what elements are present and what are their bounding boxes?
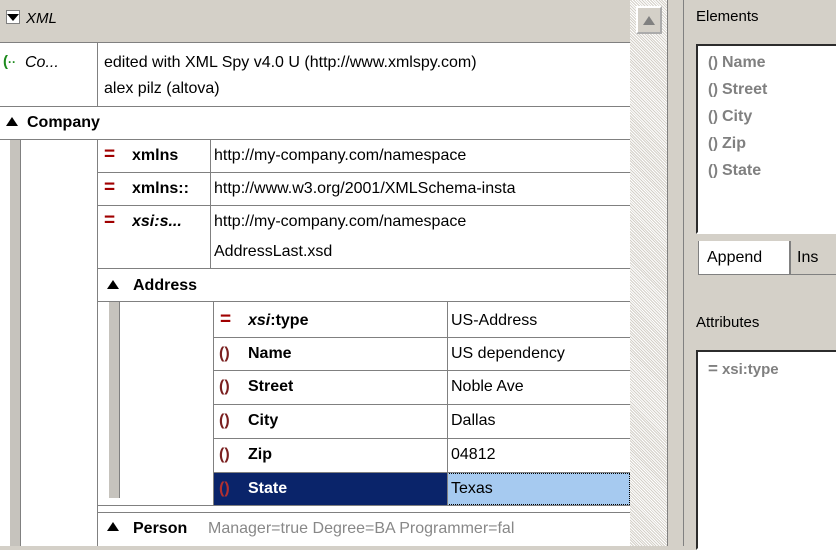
comment-label: Co...	[25, 54, 59, 71]
address-element-name: Zip	[248, 446, 272, 463]
xml-root-label: XML	[26, 10, 57, 27]
collapse-address-button[interactable]	[107, 278, 121, 292]
address-element-value[interactable]: US dependency	[451, 344, 565, 363]
chevron-down-icon	[7, 14, 19, 21]
element-icon: ()	[219, 446, 230, 463]
collapse-person-button[interactable]	[107, 520, 121, 534]
address-type-attr-name: xsi:type	[248, 312, 309, 329]
comment-value-line1: edited with XML Spy v4.0 U (http://www.x…	[104, 54, 477, 71]
address-element-value[interactable]: 04812	[451, 445, 496, 464]
address-element-value[interactable]: Dallas	[451, 411, 495, 430]
company-gutter	[9, 140, 21, 546]
element-icon: ()	[219, 412, 230, 429]
address-element-name: Name	[248, 345, 292, 362]
scroll-up-arrow-icon	[643, 16, 655, 25]
attribute-icon: =	[104, 177, 116, 198]
element-icon: ()	[219, 378, 230, 395]
elements-list-item[interactable]: () State	[708, 162, 761, 180]
tab-insert[interactable]: Ins	[790, 241, 836, 275]
collapse-company-button[interactable]	[6, 115, 20, 129]
comment-value-line2: alex pilz (altova)	[104, 80, 220, 97]
comment-icon: (··	[3, 53, 16, 70]
vertical-scrollbar[interactable]	[630, 0, 668, 546]
address-gutter	[108, 302, 120, 498]
element-icon: ()	[708, 108, 718, 125]
attribute-icon: =	[708, 359, 718, 378]
element-icon: ()	[708, 81, 718, 98]
elements-panel-title: Elements	[696, 8, 759, 25]
comment-row[interactable]	[0, 42, 630, 106]
company-attr-value[interactable]: http://my-company.com/namespace	[214, 212, 628, 231]
person-label: Person	[133, 520, 188, 537]
company-attr-value-line2: AddressLast.xsd	[214, 243, 333, 260]
company-attr-name: xmlns	[132, 147, 179, 164]
attributes-panel-title: Attributes	[696, 314, 760, 331]
company-label: Company	[27, 114, 100, 131]
elements-list-item[interactable]: () Name	[708, 54, 766, 72]
company-attr-value[interactable]: http://www.w3.org/2001/XMLSchema-insta	[214, 179, 628, 198]
scroll-up-button[interactable]	[636, 6, 662, 34]
element-icon: ()	[708, 54, 718, 71]
address-element-name: City	[248, 412, 279, 429]
elements-list[interactable]: () Name () Street () City () Zip () State	[696, 44, 836, 234]
collapse-triangle-icon	[6, 117, 18, 126]
address-element-value[interactable]: Texas	[451, 479, 493, 498]
address-element-name: State	[248, 480, 288, 497]
xml-header-row	[0, 0, 668, 42]
collapse-xml-button[interactable]	[6, 10, 20, 24]
company-attr-name: xsi:s...	[132, 213, 182, 230]
company-attr-value[interactable]: http://my-company.com/namespace	[214, 146, 628, 165]
company-attr-name: xmlns::	[132, 180, 189, 197]
pane-splitter[interactable]	[668, 0, 684, 546]
elements-list-item[interactable]: () City	[708, 108, 752, 126]
attribute-icon: =	[220, 309, 232, 330]
collapse-triangle-icon	[107, 522, 119, 531]
person-attrs: Manager=true Degree=BA Programmer=fal	[208, 520, 515, 537]
attribute-icon: =	[104, 210, 116, 231]
element-icon: ()	[708, 135, 718, 152]
element-icon: ()	[219, 345, 230, 362]
elements-list-item[interactable]: () Zip	[708, 135, 746, 153]
address-type-attr-value[interactable]: US-Address	[451, 311, 537, 330]
element-icon: ()	[219, 480, 230, 497]
address-element-value[interactable]: Noble Ave	[451, 377, 524, 396]
attributes-list[interactable]: = xsi:type	[696, 350, 836, 550]
elements-list-item[interactable]: () Street	[708, 81, 767, 99]
attribute-icon: =	[104, 144, 116, 165]
element-icon: ()	[708, 162, 718, 179]
address-element-name: Street	[248, 378, 294, 395]
tab-append[interactable]: Append	[698, 241, 790, 275]
collapse-triangle-icon	[107, 280, 119, 289]
address-label: Address	[133, 277, 198, 294]
attributes-list-item[interactable]: = xsi:type	[708, 359, 779, 379]
